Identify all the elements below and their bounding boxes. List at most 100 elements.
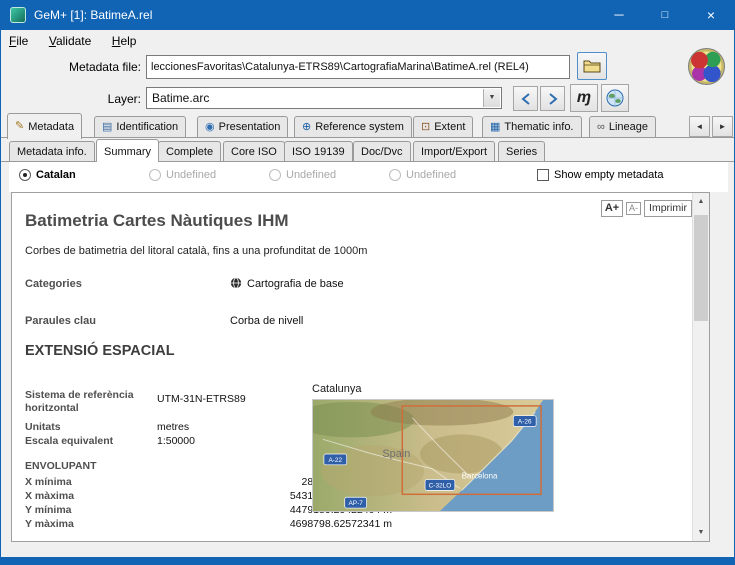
road-badge-ap7: AP-7	[345, 497, 367, 508]
radio-undefined-1	[149, 169, 161, 181]
tab-scroll-left-button[interactable]: ◄	[689, 116, 710, 137]
radio-catalan[interactable]	[19, 169, 31, 181]
radio-undefined-2	[269, 169, 281, 181]
main-tab-divider	[1, 137, 735, 138]
scroll-down-icon[interactable]: ▼	[693, 524, 709, 541]
menu-validate[interactable]: Validate	[41, 30, 100, 52]
thematic-info-tab-icon: ▦	[490, 122, 500, 133]
tab-thematic-info[interactable]: ▦ Thematic info.	[482, 116, 582, 137]
title-bar[interactable]: GeM+ [1]: BatimeA.rel ─ □ ×	[1, 0, 734, 30]
show-empty-metadata-option[interactable]: Show empty metadata	[537, 169, 663, 181]
layer-value: Batime.arc	[152, 91, 209, 105]
category-globe-icon	[230, 277, 242, 292]
metadata-file-input[interactable]	[146, 55, 570, 79]
subtab-label: Complete	[166, 146, 213, 158]
tab-scroll-right-button[interactable]: ►	[712, 116, 733, 137]
subtab-core-iso[interactable]: Core ISO	[223, 141, 285, 161]
layer-select[interactable]: Batime.arc ▼	[146, 87, 502, 109]
subtab-label: Core ISO	[231, 146, 277, 158]
next-layer-button[interactable]	[540, 86, 565, 111]
layer-label: Layer:	[3, 92, 141, 106]
subtab-summary[interactable]: Summary	[96, 139, 159, 163]
categories-text: Cartografia de base	[247, 278, 344, 290]
tab-metadata[interactable]: ✎ Metadata	[7, 113, 82, 139]
extent-tab-icon: ⊡	[421, 122, 430, 133]
dataset-title: Batimetria Cartes Nàutiques IHM	[25, 211, 289, 231]
minimize-icon: ─	[614, 7, 623, 22]
units-label: Unitats	[25, 421, 147, 434]
app-window: GeM+ [1]: BatimeA.rel ─ □ × File Validat…	[0, 0, 735, 565]
radio-label: Undefined	[286, 169, 336, 181]
subtab-complete[interactable]: Complete	[158, 141, 221, 161]
vertical-scrollbar[interactable]: ▲ ▼	[692, 193, 709, 541]
radio-label: Catalan	[36, 169, 76, 181]
subtab-label: Metadata info.	[17, 146, 87, 158]
menu-file[interactable]: File	[1, 30, 36, 52]
tab-label: Presentation	[219, 121, 281, 133]
subtab-label: Series	[506, 146, 537, 158]
scale-value: 1:50000	[157, 435, 195, 447]
tab-extent[interactable]: ⊡ Extent	[413, 116, 473, 137]
subtab-label: ISO 19139	[292, 146, 345, 158]
maximize-button[interactable]: □	[642, 0, 688, 30]
open-file-button[interactable]	[577, 52, 607, 80]
map-region-label: Catalunya	[312, 383, 362, 395]
language-bar: Catalan Undefined Undefined Undefined Sh…	[9, 162, 728, 192]
subtab-iso-19139[interactable]: ISO 19139	[284, 141, 353, 161]
language-option-catalan[interactable]: Catalan	[19, 169, 76, 181]
minimize-button[interactable]: ─	[596, 0, 642, 30]
radio-label: Undefined	[406, 169, 456, 181]
svg-text:AP-7: AP-7	[348, 500, 363, 507]
previous-layer-button[interactable]	[513, 86, 538, 111]
print-button[interactable]: Imprimir	[644, 200, 692, 217]
presentation-tab-icon: ◉	[205, 122, 215, 133]
envelope-heading: ENVOLUPANT	[25, 460, 147, 473]
miramon-button[interactable]: ɱ	[570, 84, 598, 112]
subtab-import-export[interactable]: Import/Export	[413, 141, 495, 161]
tab-lineage[interactable]: ∞ Lineage	[589, 116, 656, 137]
app-icon	[10, 7, 26, 23]
scroll-up-icon[interactable]: ▲	[693, 193, 709, 210]
menu-help[interactable]: Help	[104, 30, 145, 52]
gem-plus-logo	[688, 48, 725, 85]
keywords-label: Paraules clau	[25, 315, 96, 327]
chevron-down-icon[interactable]: ▼	[483, 89, 500, 107]
tab-label: Reference system	[315, 121, 404, 133]
subtab-label: Import/Export	[421, 146, 487, 158]
y-min-label: Y mínima	[25, 504, 147, 517]
tab-presentation[interactable]: ◉ Presentation	[197, 116, 288, 137]
road-badge-c32: C-32LO	[425, 480, 455, 491]
view-map-button[interactable]	[601, 84, 629, 112]
categories-label: Categories	[25, 278, 82, 290]
tab-label: Identification	[116, 121, 178, 133]
radio-undefined-3	[389, 169, 401, 181]
tab-reference-system[interactable]: ⊕ Reference system	[294, 116, 412, 137]
svg-text:C-32LO: C-32LO	[429, 482, 452, 489]
miramon-icon: ɱ	[577, 89, 591, 107]
scrollbar-thumb[interactable]	[694, 215, 708, 321]
lineage-tab-icon: ∞	[597, 122, 605, 133]
spatial-extent-heading: EXTENSIÓ ESPACIAL	[25, 343, 175, 359]
close-button[interactable]: ×	[688, 0, 734, 30]
svg-text:A-26: A-26	[518, 419, 532, 426]
arrow-right-icon: ►	[719, 122, 727, 131]
metadata-summary-panel: A+ A- Imprimir Batimetria Cartes Nàutiqu…	[11, 192, 710, 542]
tab-label: Thematic info.	[504, 121, 573, 133]
font-decrease-button[interactable]: A-	[626, 202, 641, 215]
x-max-label: X màxima	[25, 490, 147, 503]
y-max-label: Y màxima	[25, 518, 147, 531]
font-increase-button[interactable]: A+	[601, 200, 623, 217]
chevron-left-icon	[521, 93, 531, 105]
crs-label: Sistema de referència horitzontal	[25, 389, 147, 415]
language-option-undefined-3: Undefined	[389, 169, 456, 181]
categories-value: Cartografia de base	[230, 277, 344, 292]
subtab-metadata-info[interactable]: Metadata info.	[9, 141, 95, 161]
tab-identification[interactable]: ▤ Identification	[94, 116, 186, 137]
metadata-tab-icon: ✎	[15, 121, 24, 132]
scale-label: Escala equivalent	[25, 435, 147, 448]
svg-text:A-22: A-22	[329, 457, 343, 464]
maximize-icon: □	[662, 9, 669, 21]
show-empty-metadata-checkbox[interactable]	[537, 169, 549, 181]
subtab-doc-dvc[interactable]: Doc/Dvc	[353, 141, 411, 161]
subtab-series[interactable]: Series	[498, 141, 545, 161]
